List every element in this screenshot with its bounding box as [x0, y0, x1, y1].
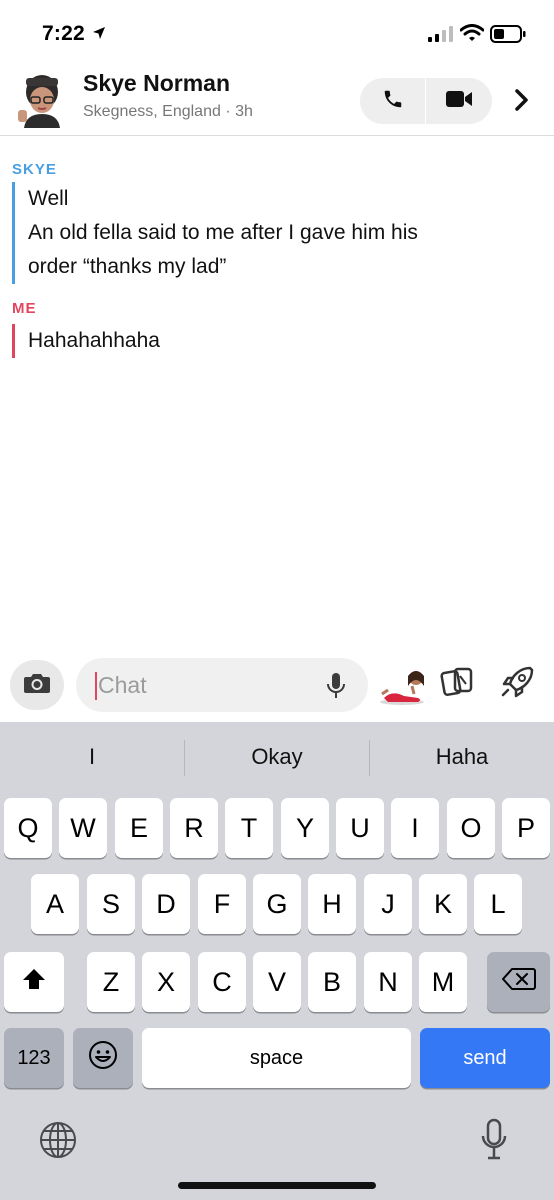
key-m[interactable]: M [419, 952, 467, 1012]
suggestion-1[interactable]: I [14, 744, 170, 770]
shift-key[interactable] [4, 952, 64, 1012]
video-call-button[interactable] [426, 78, 492, 124]
voice-call-button[interactable] [360, 78, 425, 124]
key-t[interactable]: T [225, 798, 273, 858]
suggestion-divider [184, 740, 185, 776]
key-l[interactable]: L [474, 874, 522, 934]
key-r[interactable]: R [170, 798, 218, 858]
key-o[interactable]: O [447, 798, 495, 858]
chat-input-bar: Chat [0, 648, 554, 722]
camera-button[interactable] [10, 660, 64, 710]
location-arrow-icon [92, 26, 106, 45]
numbers-key[interactable]: 123 [4, 1028, 64, 1088]
emoji-icon [88, 1040, 118, 1077]
more-button[interactable] [506, 86, 538, 118]
contact-location: Skegness, England · 3h [83, 103, 253, 120]
contact-name[interactable]: Skye Norman [83, 70, 230, 97]
chat-input[interactable]: Chat [76, 658, 368, 712]
key-d[interactable]: D [142, 874, 190, 934]
key-i[interactable]: I [391, 798, 439, 858]
call-buttons [360, 78, 492, 124]
key-f[interactable]: F [198, 874, 246, 934]
key-e[interactable]: E [115, 798, 163, 858]
message-text: Well [28, 187, 69, 210]
signal-icon [428, 26, 454, 47]
key-x[interactable]: X [142, 952, 190, 1012]
bitmoji-icon[interactable] [378, 664, 428, 708]
key-v[interactable]: V [253, 952, 301, 1012]
sender-label-me: ME [12, 300, 37, 317]
rocket-icon[interactable] [500, 666, 534, 703]
cards-icon[interactable] [440, 666, 474, 701]
key-q[interactable]: Q [4, 798, 52, 858]
chevron-right-icon [514, 88, 530, 117]
key-b[interactable]: B [308, 952, 356, 1012]
message-group-me[interactable]: Hahahahhaha [12, 324, 160, 358]
key-u[interactable]: U [336, 798, 384, 858]
globe-icon[interactable] [38, 1120, 78, 1165]
status-time: 7:22 [42, 22, 85, 45]
key-w[interactable]: W [59, 798, 107, 858]
key-y[interactable]: Y [281, 798, 329, 858]
wifi-icon [459, 24, 485, 47]
backspace-key[interactable] [487, 952, 550, 1012]
message-text: order “thanks my lad” [28, 255, 227, 278]
video-icon [445, 89, 473, 114]
key-h[interactable]: H [308, 874, 356, 934]
backspace-icon [501, 967, 536, 998]
battery-icon [490, 25, 526, 48]
emoji-key[interactable] [73, 1028, 133, 1088]
suggestion-bar: I Okay Haha [0, 722, 554, 794]
mic-icon[interactable] [326, 672, 346, 705]
chat-placeholder: Chat [98, 672, 147, 698]
camera-icon [23, 671, 51, 700]
key-z[interactable]: Z [87, 952, 135, 1012]
avatar[interactable] [16, 72, 68, 128]
keyboard: I Okay Haha Q W E R T Y U I O P A S D F … [0, 722, 554, 1200]
key-k[interactable]: K [419, 874, 467, 934]
status-bar: 7:22 [0, 0, 554, 64]
suggestion-divider [369, 740, 370, 776]
send-key[interactable]: send [420, 1028, 550, 1088]
suggestion-3[interactable]: Haha [384, 744, 540, 770]
text-cursor [95, 672, 97, 700]
key-s[interactable]: S [87, 874, 135, 934]
dictation-icon[interactable] [480, 1118, 508, 1167]
key-a[interactable]: A [31, 874, 79, 934]
message-text: Hahahahhaha [28, 329, 160, 352]
key-c[interactable]: C [198, 952, 246, 1012]
key-g[interactable]: G [253, 874, 301, 934]
space-key[interactable]: space [142, 1028, 411, 1088]
shift-icon [21, 967, 47, 998]
sender-label-skye: SKYE [12, 161, 57, 178]
message-text: An old fella said to me after I gave him… [28, 221, 418, 244]
key-p[interactable]: P [502, 798, 550, 858]
phone-icon [382, 88, 404, 115]
message-group-skye[interactable]: Well An old fella said to me after I gav… [12, 182, 532, 284]
chat-header: Skye Norman Skegness, England · 3h [0, 64, 554, 136]
key-n[interactable]: N [364, 952, 412, 1012]
suggestion-2[interactable]: Okay [199, 744, 355, 770]
key-j[interactable]: J [364, 874, 412, 934]
home-indicator[interactable] [178, 1182, 376, 1189]
